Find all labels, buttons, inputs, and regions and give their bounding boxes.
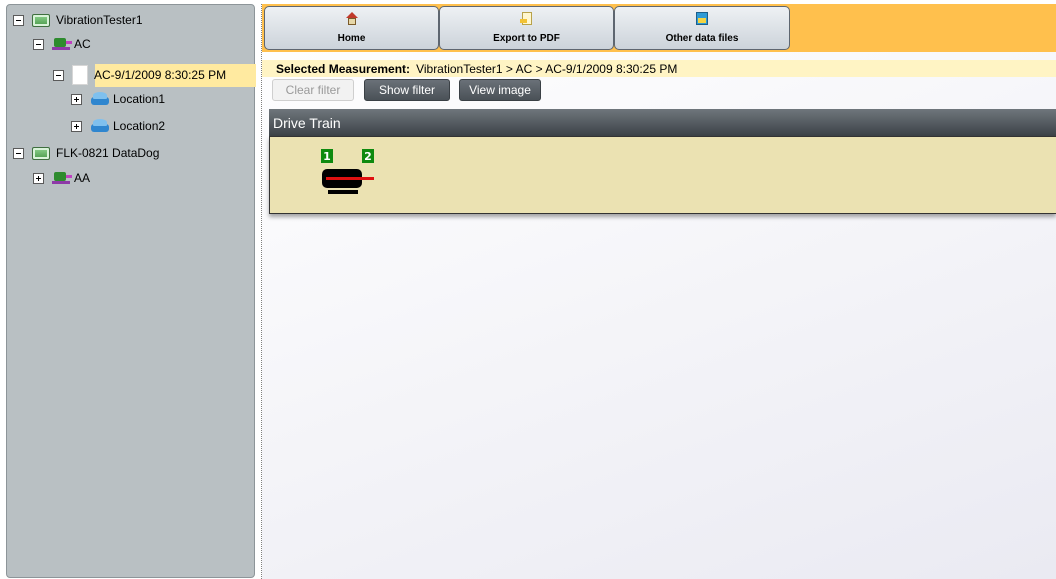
tree-node-ac[interactable]: AC xyxy=(33,34,91,54)
show-filter-button[interactable]: Show filter xyxy=(364,79,450,101)
home-button[interactable]: Home xyxy=(264,6,439,50)
tree-node-location2[interactable]: Location2 xyxy=(71,116,165,136)
device-icon xyxy=(32,146,50,160)
machine-icon xyxy=(52,171,72,185)
tree-node-label: FLK-0821 DataDog xyxy=(56,146,160,160)
tree-node-vibrationtester1[interactable]: VibrationTester1 xyxy=(13,10,143,30)
toolbar: Home Export to PDF Other data files xyxy=(262,4,1056,52)
expand-icon[interactable] xyxy=(71,120,82,132)
asset-tree-panel: VibrationTester1 AC AC-9/1/2009 8:30:25 … xyxy=(6,4,257,578)
pdf-export-icon xyxy=(519,12,534,26)
home-icon xyxy=(345,12,359,26)
breadcrumb-path: VibrationTester1 > AC > AC-9/1/2009 8:30… xyxy=(416,61,678,76)
motor-icon[interactable] xyxy=(322,169,374,195)
measurement-point-2[interactable]: 2 xyxy=(362,149,374,163)
measurement-point-1[interactable]: 1 xyxy=(321,149,333,163)
app-window: VibrationTester1 AC AC-9/1/2009 8:30:25 … xyxy=(0,0,1056,579)
tree-node-label: AC-9/1/2009 8:30:25 PM xyxy=(94,68,227,82)
drive-train-header: Drive Train xyxy=(269,109,1056,136)
tree-node-label: AC xyxy=(74,37,91,51)
expand-icon[interactable] xyxy=(33,172,44,184)
export-pdf-button[interactable]: Export to PDF xyxy=(439,6,614,50)
tree-node-label: VibrationTester1 xyxy=(56,13,143,27)
tree-node-aa[interactable]: AA xyxy=(33,168,90,188)
location-icon xyxy=(90,92,110,106)
drive-train-panel: 1 2 xyxy=(269,136,1056,214)
breadcrumb: Selected Measurement: VibrationTester1 >… xyxy=(262,60,1056,77)
machine-icon xyxy=(52,37,72,51)
tree-node-location1[interactable]: Location1 xyxy=(71,89,165,109)
clear-filter-button[interactable]: Clear filter xyxy=(272,79,354,101)
device-icon xyxy=(32,13,50,27)
collapse-icon[interactable] xyxy=(13,14,24,26)
export-pdf-button-label: Export to PDF xyxy=(493,33,560,44)
other-data-files-button-label: Other data files xyxy=(665,33,739,44)
home-button-label: Home xyxy=(337,33,366,44)
tree-node-flk-0821-datadog[interactable]: FLK-0821 DataDog xyxy=(13,143,159,163)
tree-node-label: Location2 xyxy=(113,119,166,133)
collapse-icon[interactable] xyxy=(53,69,64,81)
collapse-icon[interactable] xyxy=(33,38,44,50)
tree-node-label: AA xyxy=(74,171,91,185)
collapse-icon[interactable] xyxy=(13,147,24,159)
location-icon xyxy=(90,119,110,133)
breadcrumb-label: Selected Measurement: xyxy=(276,61,411,76)
expand-icon[interactable] xyxy=(71,93,82,105)
view-image-button[interactable]: View image xyxy=(459,79,541,101)
main-content: Home Export to PDF Other data files Sele… xyxy=(262,4,1056,579)
measurement-icon xyxy=(72,65,88,85)
data-files-icon xyxy=(695,12,709,26)
tree-node-measurement[interactable]: AC-9/1/2009 8:30:25 PM xyxy=(53,63,226,87)
other-data-files-button[interactable]: Other data files xyxy=(614,6,790,50)
tree-node-label: Location1 xyxy=(113,92,166,106)
